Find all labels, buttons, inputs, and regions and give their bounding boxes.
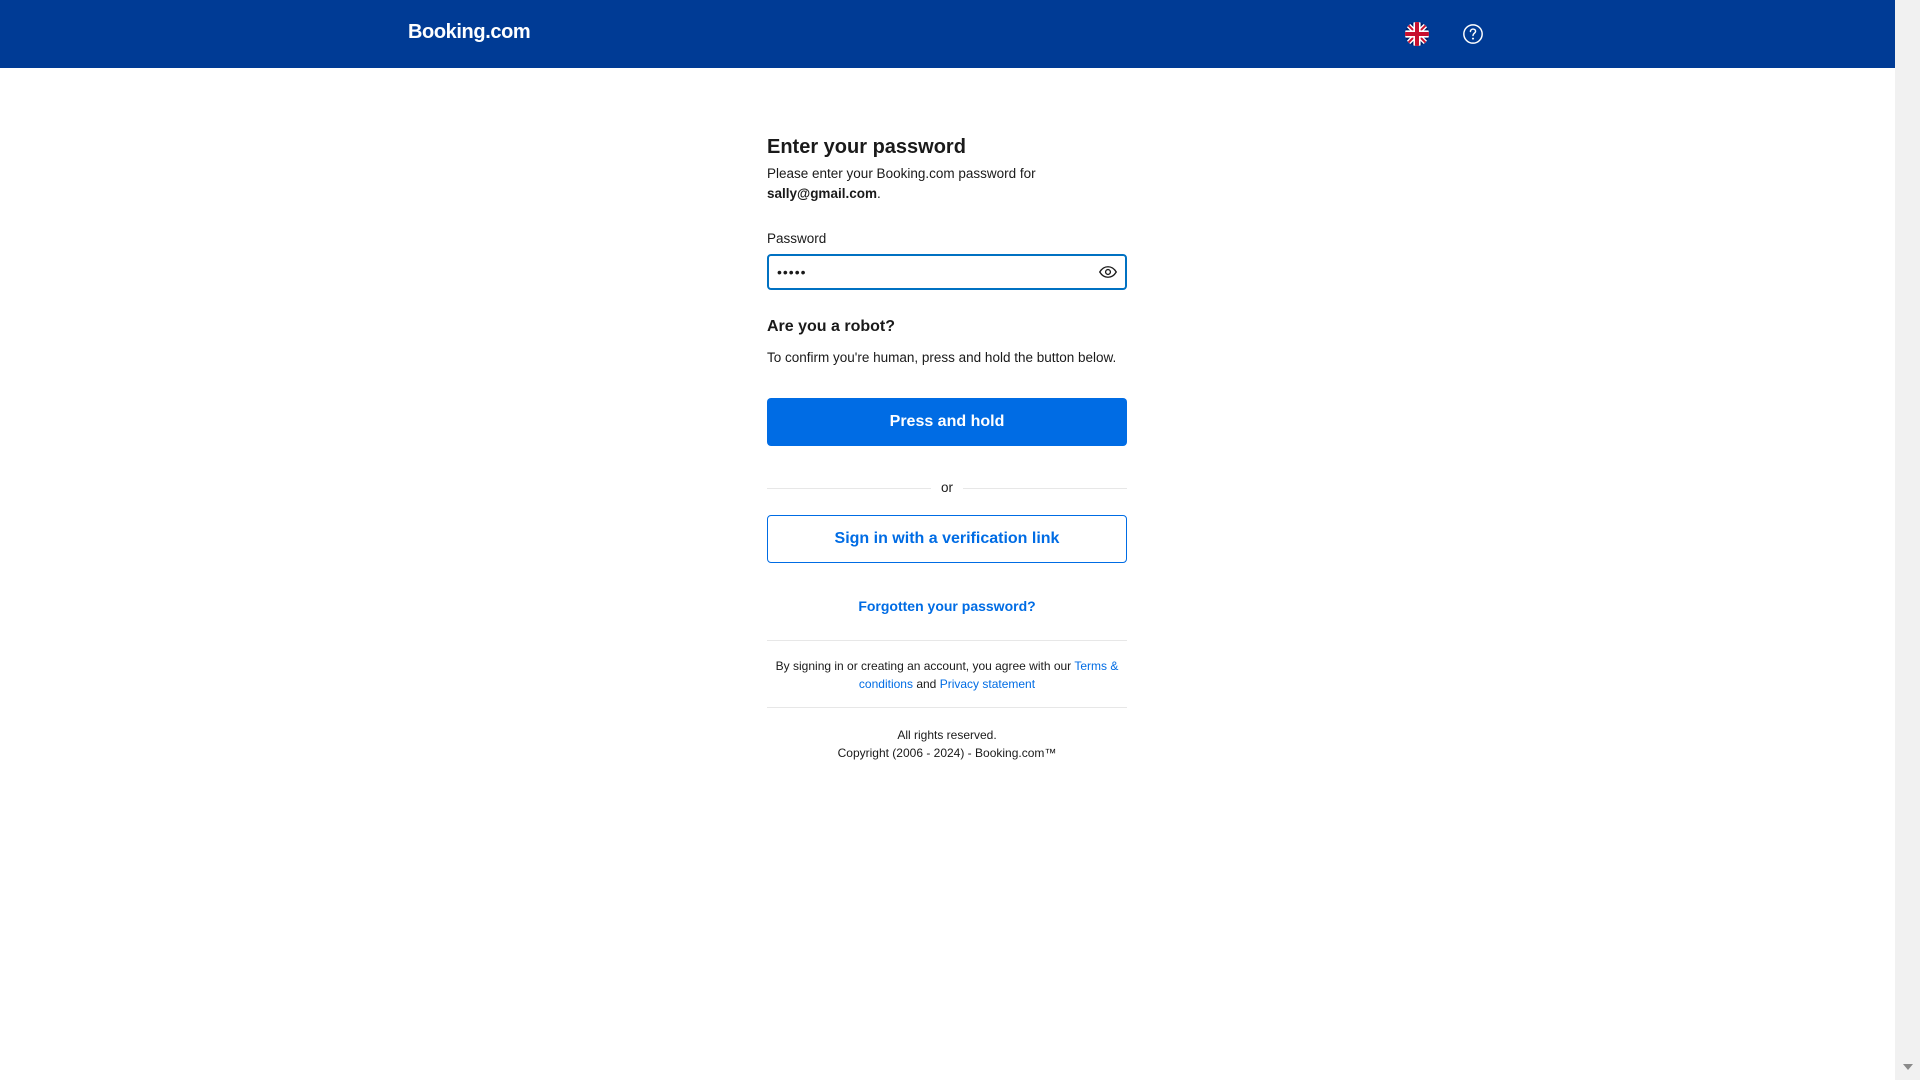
booking-logo[interactable]: Booking.com: [408, 21, 531, 44]
privacy-link[interactable]: Privacy statement: [940, 677, 1035, 691]
instructions-text: Please enter your Booking.com password f…: [767, 166, 1036, 181]
divider-bottom: [767, 707, 1127, 708]
robot-check-title: Are you a robot?: [767, 318, 896, 335]
robot-check-text: To confirm you're human, press and hold …: [767, 350, 1117, 365]
question-circle-icon: [1463, 24, 1483, 44]
legal-notice: By signing in or creating an account, yo…: [767, 641, 1127, 707]
account-email: sally@gmail.com: [767, 186, 877, 201]
scroll-down-arrow-icon[interactable]: [1903, 1064, 1913, 1070]
vertical-scrollbar[interactable]: [1895, 0, 1920, 1080]
password-instructions: Please enter your Booking.com password f…: [767, 164, 1127, 204]
uk-flag-icon: [1405, 22, 1429, 46]
instructions-period: .: [876, 186, 881, 201]
language-selector-button[interactable]: [1400, 17, 1434, 51]
rights-text: All rights reserved.: [897, 728, 997, 742]
password-label: Password: [767, 231, 827, 246]
press-and-hold-button[interactable]: Press and hold: [767, 398, 1127, 446]
verification-link-button[interactable]: Sign in with a verification link: [767, 515, 1127, 563]
eye-icon: [1099, 266, 1117, 278]
help-button[interactable]: [1456, 17, 1490, 51]
sign-in-panel: Enter your password Please enter your Bo…: [767, 130, 1127, 762]
top-header: Booking.com: [0, 0, 1895, 68]
password-input[interactable]: [769, 256, 1079, 288]
footer: All rights reserved. Copyright (2006 - 2…: [767, 726, 1127, 762]
password-field-wrapper: [767, 254, 1127, 290]
copyright-text: Copyright (2006 - 2024) - Booking.com™: [837, 746, 1057, 760]
show-password-button[interactable]: [1097, 262, 1119, 282]
forgot-password-link[interactable]: Forgotten your password?: [767, 596, 1127, 616]
legal-prefix: By signing in or creating an account, yo…: [775, 659, 1072, 673]
or-divider: or: [767, 478, 1127, 498]
divider-line-right: [963, 488, 1127, 489]
page-title: Enter your password: [767, 136, 966, 158]
legal-and: and: [916, 677, 937, 691]
